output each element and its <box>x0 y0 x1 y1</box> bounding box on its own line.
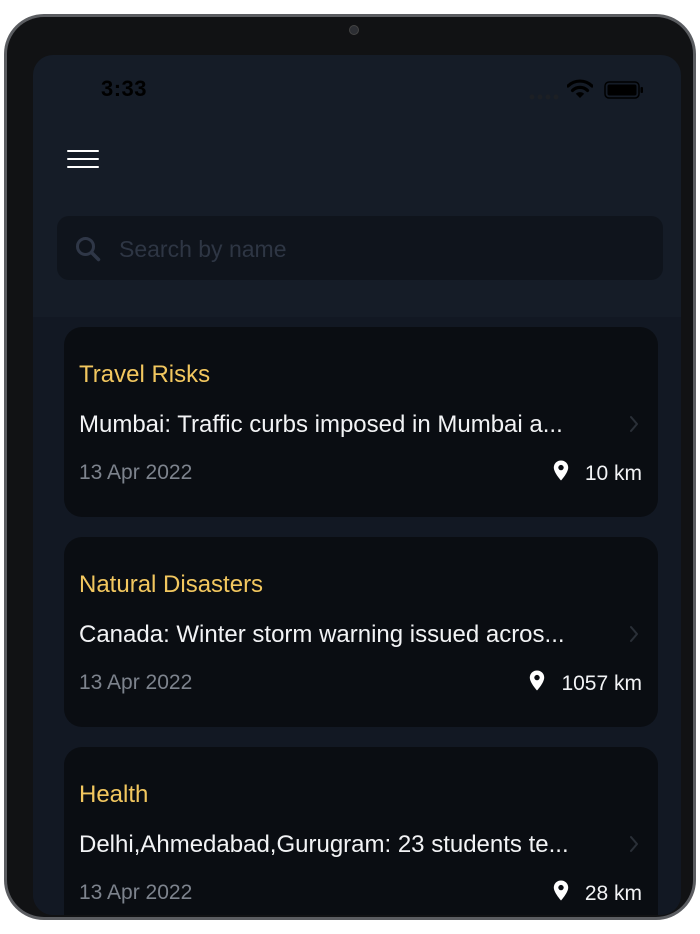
alert-date: 13 Apr 2022 <box>79 671 193 694</box>
alert-title: Canada: Winter storm warning issued acro… <box>79 621 565 648</box>
alert-distance: 1057 km <box>529 670 642 697</box>
tablet-bezel: 3:33 Search by name Travel Risks Mumbai:… <box>7 17 693 917</box>
wifi-icon <box>566 79 594 104</box>
search-input[interactable] <box>117 216 641 282</box>
alert-card[interactable]: Natural Disasters Canada: Winter storm w… <box>64 537 658 727</box>
search-bar <box>57 216 663 282</box>
location-pin-icon <box>529 670 545 697</box>
alert-distance-value: 28 km <box>584 881 642 905</box>
app-screen: 3:33 Search by name Travel Risks Mumbai:… <box>33 55 681 915</box>
alert-distance-value: 1057 km <box>561 671 642 695</box>
chevron-right-icon <box>629 415 639 438</box>
alert-category: Natural Disasters <box>79 571 264 598</box>
search-icon <box>75 236 101 267</box>
cellular-signal-icon <box>529 88 559 106</box>
alert-title: Mumbai: Traffic curbs imposed in Mumbai … <box>79 411 563 438</box>
chevron-right-icon <box>629 625 639 648</box>
alert-card[interactable]: Travel Risks Mumbai: Traffic curbs impos… <box>64 327 658 517</box>
location-pin-icon <box>553 460 569 487</box>
alert-date: 13 Apr 2022 <box>79 461 193 484</box>
alert-card[interactable]: Health Delhi,Ahmedabad,Gurugram: 23 stud… <box>64 747 658 915</box>
alert-title: Delhi,Ahmedabad,Gurugram: 23 students te… <box>79 831 569 858</box>
hamburger-menu-icon[interactable] <box>65 148 101 172</box>
alert-category: Travel Risks <box>79 361 211 388</box>
alert-distance-value: 10 km <box>584 461 642 485</box>
battery-icon <box>604 81 644 104</box>
alert-date: 13 Apr 2022 <box>79 881 193 904</box>
location-pin-icon <box>553 880 569 907</box>
alert-distance: 10 km <box>553 460 642 487</box>
alert-list: Travel Risks Mumbai: Traffic curbs impos… <box>33 317 681 915</box>
alert-category: Health <box>79 781 149 808</box>
status-bar: 3:33 <box>33 55 681 125</box>
tablet-frame: 3:33 Search by name Travel Risks Mumbai:… <box>4 14 696 920</box>
alert-distance: 28 km <box>553 880 642 907</box>
camera-icon <box>349 25 359 35</box>
chevron-right-icon <box>629 835 639 858</box>
status-time: 3:33 <box>101 76 148 101</box>
